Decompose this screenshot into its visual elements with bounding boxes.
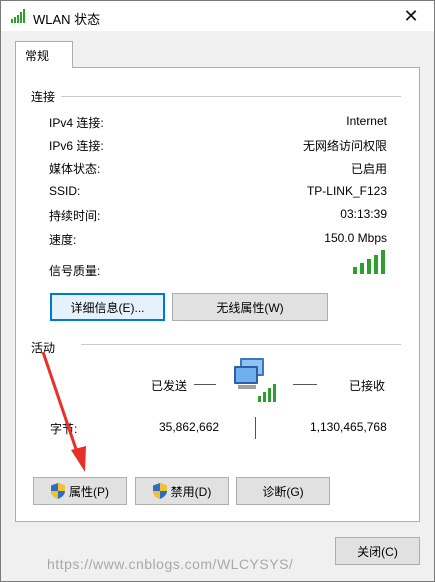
- annotation-arrow-icon: [41, 351, 86, 472]
- window-title: WLAN 状态: [33, 12, 101, 27]
- properties-button-label: 属性(P): [69, 484, 109, 499]
- close-window-button[interactable]: ✕: [388, 1, 434, 31]
- ssid-label: SSID:: [49, 184, 81, 198]
- connection-group-label: 连接: [31, 90, 56, 104]
- signal-icon: [11, 9, 25, 23]
- media-state-label: 媒体状态:: [49, 162, 101, 176]
- disable-button[interactable]: 禁用(D): [135, 477, 229, 505]
- sent-line: [194, 384, 216, 385]
- bytes-sent-value: 35,862,662: [159, 420, 220, 434]
- connection-group-line: [61, 96, 401, 97]
- network-computers-icon: [234, 358, 276, 402]
- ipv4-value: Internet: [346, 114, 387, 128]
- diagnose-button[interactable]: 诊断(G): [236, 477, 330, 505]
- bytes-received-value: 1,130,465,768: [310, 420, 387, 434]
- duration-label: 持续时间:: [49, 209, 101, 223]
- wireless-properties-button[interactable]: 无线属性(W): [172, 293, 328, 321]
- close-button[interactable]: 关闭(C): [335, 537, 420, 565]
- details-button[interactable]: 详细信息(E)...: [50, 293, 165, 321]
- speed-value: 150.0 Mbps: [324, 231, 387, 245]
- diagnose-button-label: 诊断(G): [262, 484, 304, 499]
- received-label: 已接收: [349, 379, 386, 393]
- signal-quality-label: 信号质量:: [49, 264, 101, 278]
- close-button-label: 关闭(C): [357, 544, 398, 559]
- speed-label: 速度:: [49, 233, 77, 247]
- tab-general-label: 常规: [25, 49, 50, 63]
- media-state-value: 已启用: [350, 162, 387, 176]
- title-bar: WLAN 状态 ✕: [1, 1, 434, 31]
- ipv4-label: IPv4 连接:: [49, 116, 104, 130]
- activity-group-line: [81, 344, 401, 345]
- received-line: [293, 384, 317, 385]
- tab-general[interactable]: 常规: [15, 41, 73, 68]
- details-button-label: 详细信息(E)...: [70, 300, 145, 315]
- wireless-properties-button-label: 无线属性(W): [216, 300, 284, 315]
- disable-button-label: 禁用(D): [170, 484, 212, 499]
- signal-strength-icon: [353, 250, 385, 274]
- watermark: https://www.cnblogs.com/WLCYSYS/: [47, 556, 294, 572]
- wlan-status-dialog: WLAN 状态 ✕ 常规 连接 IPv4 连接: Internet IPv6 连…: [0, 0, 435, 582]
- duration-value: 03:13:39: [340, 207, 387, 221]
- properties-button[interactable]: 属性(P): [33, 477, 127, 505]
- sent-label: 已发送: [151, 379, 188, 393]
- uac-shield-icon: [152, 483, 167, 499]
- uac-shield-icon: [51, 483, 65, 499]
- close-icon: ✕: [403, 5, 419, 26]
- ipv6-label: IPv6 连接:: [49, 139, 104, 153]
- ssid-value: TP-LINK_F123: [306, 184, 387, 198]
- bytes-separator: [255, 417, 256, 439]
- ipv6-value: 无网络访问权限: [302, 139, 387, 153]
